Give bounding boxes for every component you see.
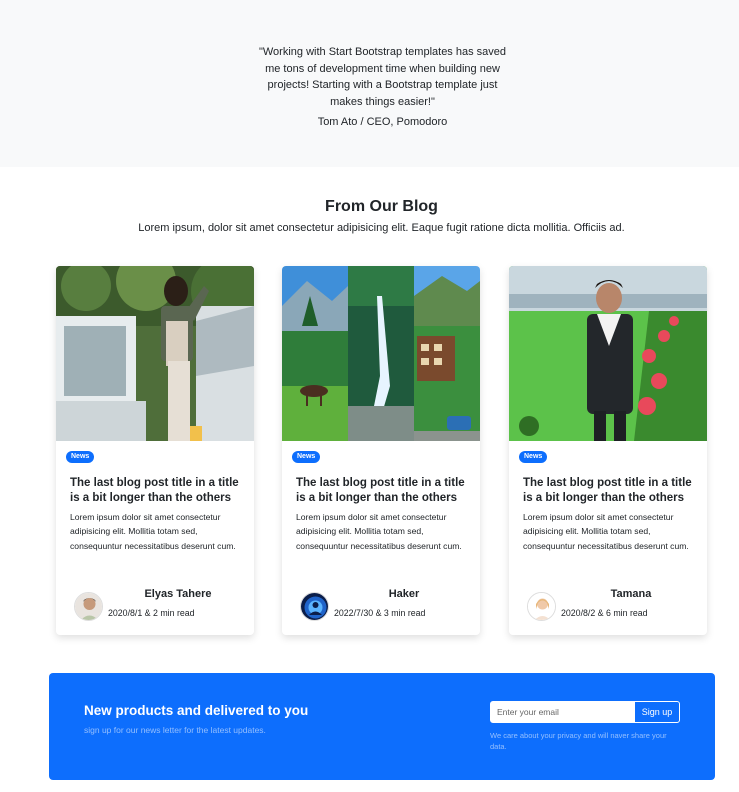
email-input[interactable]: [490, 701, 634, 723]
newsletter-section: New products and delivered to you sign u…: [49, 673, 715, 780]
author-avatar: [527, 592, 556, 621]
blog-card-image[interactable]: [56, 266, 254, 441]
author-name: Haker: [388, 588, 420, 600]
blog-card-image[interactable]: [282, 266, 480, 441]
blog-section-subtitle: Lorem ipsum, dolor sit amet consectetur …: [138, 222, 625, 234]
blog-card[interactable]: News The last blog post title in a title…: [56, 266, 254, 635]
post-meta: 2022/7/30 & 3 min read: [334, 608, 426, 618]
privacy-note: We care about your privacy and will nave…: [490, 731, 667, 751]
testimonial-author: Tom Ato / CEO, Pomodoro: [317, 116, 448, 128]
newsletter-title: New products and delivered to you: [84, 703, 309, 718]
post-meta: 2020/8/1 & 2 min read: [108, 608, 195, 618]
sign-up-button[interactable]: Sign up: [634, 701, 680, 723]
testimonial-quote: "Working with Start Bootstrap templates …: [258, 46, 507, 108]
author-name: Tamana: [610, 588, 652, 600]
blog-card[interactable]: News The last blog post title in a title…: [282, 266, 480, 635]
blog-card-title[interactable]: The last blog post title in a title is a…: [523, 476, 699, 505]
blog-card-text: Lorem ipsum dolor sit amet consectetur a…: [296, 512, 462, 551]
testimonial-section: "Working with Start Bootstrap templates …: [0, 0, 739, 167]
blog-card-text: Lorem ipsum dolor sit amet consectetur a…: [70, 512, 236, 551]
blog-card[interactable]: News The last blog post title in a title…: [509, 266, 707, 635]
blog-section-title: From Our Blog: [325, 198, 438, 215]
blog-card-title[interactable]: The last blog post title in a title is a…: [296, 476, 472, 505]
news-badge: News: [292, 451, 321, 463]
blog-card-text: Lorem ipsum dolor sit amet consectetur a…: [523, 512, 689, 551]
news-badge: News: [66, 451, 95, 463]
post-meta: 2020/8/2 & 6 min read: [561, 608, 648, 618]
author-name: Elyas Tahere: [144, 588, 212, 600]
author-avatar: [300, 592, 329, 621]
news-badge: News: [519, 451, 548, 463]
newsletter-subtitle: sign up for our news letter for the late…: [84, 725, 266, 735]
author-avatar: [74, 592, 103, 621]
blog-card-image[interactable]: [509, 266, 707, 441]
blog-card-title[interactable]: The last blog post title in a title is a…: [70, 476, 246, 505]
